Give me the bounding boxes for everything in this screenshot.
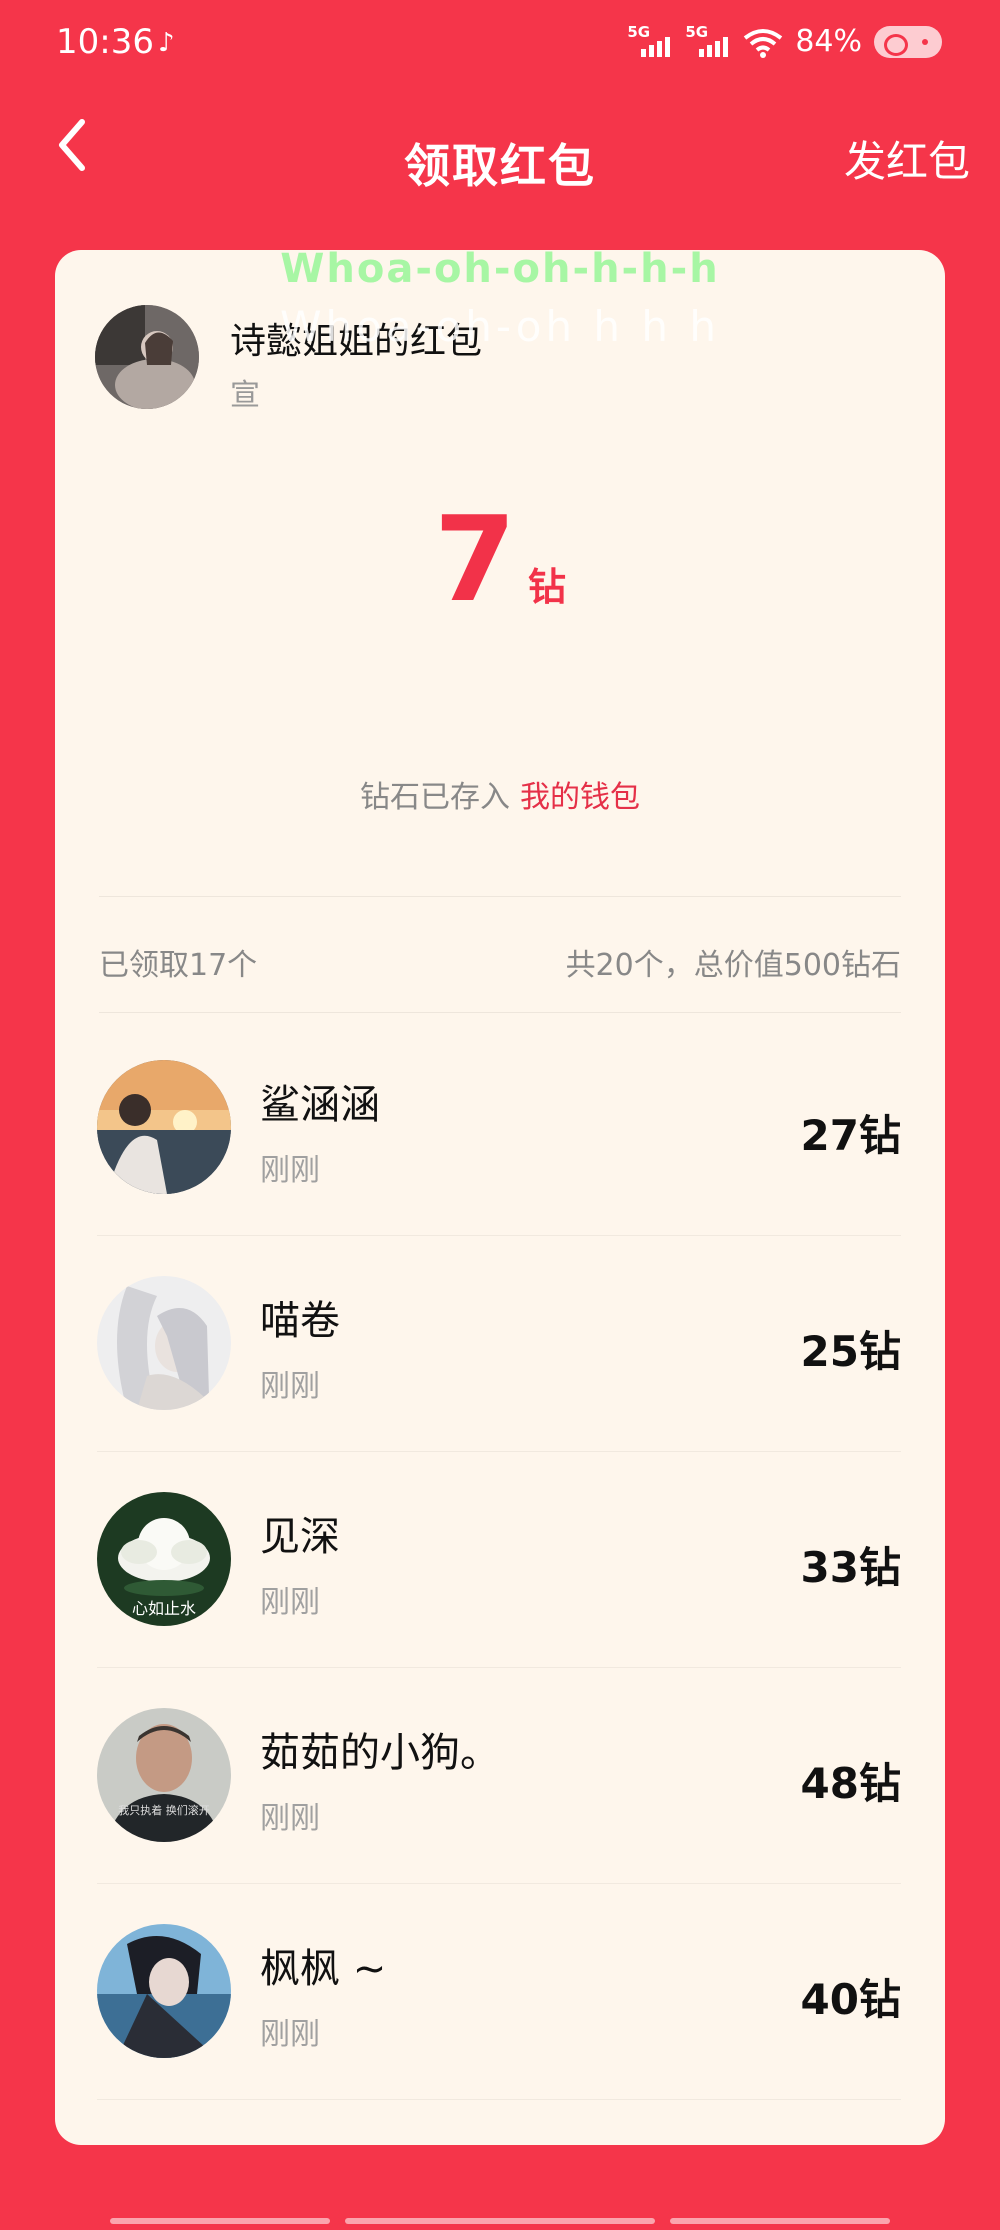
claim-time: 刚刚 [260, 2017, 320, 2052]
wifi-icon [744, 28, 783, 58]
list-item[interactable]: 喵卷 刚刚 25钻 [55, 1236, 945, 1452]
avatar[interactable]: 心如止水 [97, 1492, 231, 1626]
recipient-name: 喵卷 [260, 1298, 340, 1344]
status-time: 10:36 [56, 22, 154, 62]
wallet-notice: 钻石已存入 我的钱包 [55, 772, 945, 816]
amount-unit: 钻 [528, 565, 567, 609]
recipient-name: 鲨涵涵 [260, 1082, 380, 1128]
red-packet-screen: 10:36 ♪ 5G 5G 84% 领取红包 发红包 Whoa-oh-oh-h-… [0, 0, 1000, 2230]
recipient-name: 枫枫 ~ [260, 1946, 387, 1992]
red-packet-card: 诗懿姐姐的红包 宣 7钻 钻石已存入 我的钱包 已领取17个 共20个，总价值50… [55, 250, 945, 2145]
list-item[interactable]: 枫枫 ~ 刚刚 40钻 [55, 1884, 945, 2100]
avatar-caption: 心如止水 [132, 1599, 196, 1618]
claim-time: 刚刚 [260, 1585, 320, 1620]
claim-time: 刚刚 [260, 1369, 320, 1404]
recipient-name: 茹茹的小狗。 [260, 1730, 500, 1776]
received-amount: 7钻 [55, 500, 945, 618]
home-indicator [345, 2218, 655, 2224]
recipient-name: 见深 [260, 1514, 340, 1560]
amount-value: 7 [433, 490, 517, 628]
list-item[interactable]: 鲨涵涵 刚刚 27钻 [55, 1020, 945, 1236]
signal-icon: 5G [627, 23, 673, 59]
claim-amount: 48钻 [800, 1759, 901, 1808]
row-divider [97, 2099, 901, 2100]
list-item[interactable]: 心如止水 见深 刚刚 33钻 [55, 1452, 945, 1668]
claim-amount: 25钻 [800, 1327, 901, 1376]
claim-amount: 40钻 [800, 1975, 901, 2024]
claim-time: 刚刚 [260, 1153, 320, 1188]
my-wallet-link[interactable]: 我的钱包 [520, 780, 640, 815]
total-summary: 共20个，总价值500钻石 [565, 948, 901, 983]
avatar[interactable] [97, 1060, 231, 1194]
claimed-count: 已领取17个 [99, 948, 258, 983]
list-item[interactable]: 我只执着 换们滚开 茹茹的小狗。 刚刚 48钻 [55, 1668, 945, 1884]
home-indicator [110, 2218, 330, 2224]
status-bar: 10:36 ♪ 5G 5G 84% [0, 0, 1000, 90]
signal-icon: 5G [685, 23, 731, 59]
avatar-caption: 我只执着 换们滚开 [118, 1803, 210, 1817]
lyric-overlay: Whoa-oh-oh-h-h-h [280, 246, 720, 292]
wallet-notice-text: 钻石已存入 [360, 780, 510, 815]
claim-amount: 27钻 [800, 1111, 901, 1160]
home-indicator [670, 2218, 890, 2224]
nav-bar: 领取红包 发红包 [0, 90, 1000, 220]
avatar[interactable] [97, 1276, 231, 1410]
claim-amount: 33钻 [800, 1543, 901, 1592]
status-icons: 5G 5G 84% [627, 23, 942, 59]
lyric-overlay-echo: Whoa-oh-oh h h h [280, 302, 720, 351]
battery-icon [874, 25, 942, 58]
divider [99, 1012, 901, 1013]
avatar[interactable] [97, 1924, 231, 2058]
divider [99, 896, 901, 897]
claim-time: 刚刚 [260, 1801, 320, 1836]
music-note-icon: ♪ [158, 28, 175, 58]
avatar[interactable]: 我只执着 换们滚开 [97, 1708, 231, 1842]
send-red-packet-button[interactable]: 发红包 [844, 128, 970, 189]
battery-percent: 84% [795, 24, 862, 59]
sender-subtitle: 宣 [230, 378, 260, 413]
